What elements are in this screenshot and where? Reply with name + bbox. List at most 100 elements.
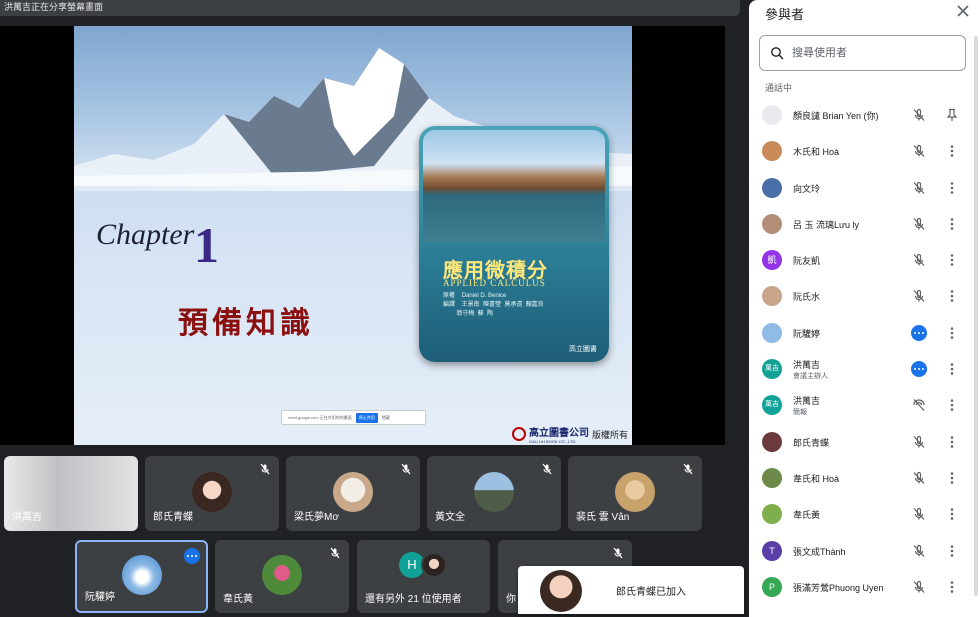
search-input[interactable] — [792, 44, 952, 62]
pin-icon[interactable] — [946, 108, 958, 122]
participant-avatar — [762, 177, 782, 198]
sharing-banner: 洪萬吉正在分享螢幕畫面 — [0, 0, 740, 16]
tile-name: 梁氏夢Mơ — [294, 512, 339, 523]
avatar — [262, 554, 302, 595]
participant-avatar — [762, 431, 782, 452]
mic-off-icon[interactable] — [912, 181, 926, 195]
participant-avatar — [762, 141, 782, 162]
mic-off-icon[interactable] — [912, 435, 926, 449]
more-options-icon[interactable] — [950, 144, 954, 158]
participant-row[interactable]: 郎氏青蝶 — [749, 424, 980, 460]
participant-row[interactable]: 顏良譴 Brian Yen (你) — [749, 97, 980, 133]
sharing-banner-text: 洪萬吉正在分享螢幕畫面 — [4, 2, 104, 12]
more-options-icon[interactable] — [950, 507, 954, 521]
mic-off-icon — [260, 463, 270, 475]
others-tile[interactable]: H 還有另外 21 位使用者 — [357, 540, 490, 613]
search-box[interactable] — [759, 35, 966, 71]
slide-footer: 高立圖書公司 GAU LIH BOOK CO., LTD. 版權所有 — [512, 424, 628, 444]
more-options-icon[interactable] — [950, 435, 954, 449]
video-tile[interactable]: 郎氏青蝶 — [145, 456, 279, 531]
mic-off-icon[interactable] — [912, 144, 926, 158]
participant-row[interactable]: 韋氏黃 — [749, 496, 980, 532]
more-options-icon[interactable] — [950, 580, 954, 594]
video-tile[interactable]: 洪萬吉 — [4, 456, 138, 531]
participant-avatar: 萬吉 — [762, 395, 782, 416]
rights-text: 版權所有 — [592, 429, 629, 440]
hide-notice-button[interactable]: 隱藏 — [382, 415, 390, 421]
mic-off-icon[interactable] — [912, 217, 926, 231]
tile-name: 還有另外 21 位使用者 — [365, 594, 462, 605]
search-icon — [771, 47, 784, 60]
video-tile[interactable]: 裴氏 雲 Vân — [568, 456, 702, 531]
mic-off-icon[interactable] — [912, 289, 926, 303]
close-icon[interactable] — [956, 4, 970, 18]
more-options-icon[interactable] — [950, 471, 954, 485]
participant-row[interactable]: 韋氏和 Hoà — [749, 460, 980, 496]
meet-app: 洪萬吉正在分享螢幕畫面 Chapter 1 預備知識 應用微積分 APPLIED… — [0, 0, 980, 617]
mic-off-icon[interactable] — [912, 253, 926, 267]
panel-title: 參與者 — [765, 7, 805, 22]
more-options-icon[interactable] — [950, 544, 954, 558]
participant-name: 張滿芳鶯Phuong Uyen — [793, 582, 884, 593]
participant-name: 木氏和 Hoà — [793, 147, 840, 158]
participant-name: 洪萬吉 — [793, 396, 821, 407]
participant-name: 郎氏青蝶 — [793, 437, 830, 448]
more-options-icon[interactable] — [950, 217, 954, 231]
mic-off-icon — [683, 463, 693, 475]
more-options-icon[interactable] — [950, 289, 954, 303]
more-options-icon[interactable] — [950, 326, 954, 340]
participant-row[interactable]: 萬吉 洪萬吉 會議主辦人 — [749, 351, 980, 387]
book-photo — [423, 130, 605, 242]
participant-name: 阮友凱 — [793, 256, 821, 267]
participant-row[interactable]: T 張文成Thành — [749, 533, 980, 569]
more-options-icon[interactable] — [950, 253, 954, 267]
more-options-icon[interactable] — [950, 398, 954, 412]
share-notice-bar: meet.google.com 正在共用你的畫面 停止共用 隱藏 — [281, 410, 426, 425]
presentation-stage[interactable]: Chapter 1 預備知識 應用微積分 APPLIED CALCULUS 原著… — [0, 26, 725, 445]
chapter-label: Chapter — [96, 218, 195, 251]
participant-row[interactable]: 萬吉 洪萬吉 簡報 — [749, 387, 980, 423]
participant-name: 阮驩婷 — [793, 328, 821, 339]
participant-row[interactable]: P 張滿芳鶯Phuong Uyen — [749, 569, 980, 605]
participant-row[interactable]: 凱阮友凱 — [749, 242, 980, 278]
participant-row[interactable]: 阮氏水 — [749, 278, 980, 314]
participant-avatar: 萬吉 — [762, 359, 782, 380]
participant-row[interactable]: 木氏和 Hoà — [749, 133, 980, 169]
mic-off-icon[interactable] — [912, 471, 926, 485]
book-authors: 原著 Daniel D. Benice 編譯 王景南 陳書瑩 莫承遠 顏嘉良 翁… — [443, 293, 544, 317]
mic-off-icon[interactable] — [912, 580, 926, 594]
video-tile[interactable]: 韋氏黃 — [215, 540, 349, 613]
avatar — [192, 471, 232, 512]
participant-row[interactable]: 阮驩婷 — [749, 315, 980, 351]
participant-row[interactable]: 向文玲 — [749, 170, 980, 206]
participant-name: 阮氏水 — [793, 292, 821, 303]
stop-sharing-button[interactable]: 停止共用 — [355, 412, 378, 423]
mic-off-icon[interactable] — [912, 108, 926, 122]
share-notice-text: meet.google.com 正在共用你的畫面 — [288, 414, 352, 420]
speaking-indicator-icon — [911, 361, 927, 378]
more-options-icon[interactable] — [950, 362, 954, 376]
participant-name: 呂 玉 流璃Lưu ly — [793, 219, 860, 230]
mic-off-icon[interactable] — [912, 544, 926, 558]
in-call-section-label: 通話中 — [765, 83, 793, 93]
participant-name: 韋氏和 Hoà — [793, 473, 840, 484]
participant-avatar — [762, 213, 782, 234]
video-tile[interactable]: 黃文全 — [427, 456, 561, 531]
avatar — [474, 471, 514, 512]
participant-avatar: 凱 — [762, 250, 782, 271]
book-publisher: 高立圖書 — [569, 346, 597, 353]
publisher-name-en: GAU LIH BOOK CO., LTD. — [529, 439, 577, 444]
participant-row[interactable]: 呂 玉 流璃Lưu ly — [749, 206, 980, 242]
avatar — [540, 570, 582, 612]
avatar — [333, 471, 373, 512]
participant-name: 向文玲 — [793, 183, 821, 194]
panel-scrollbar[interactable] — [974, 36, 978, 596]
speaking-indicator-icon — [911, 324, 927, 341]
participant-avatar — [762, 467, 782, 488]
video-tile-active-speaker[interactable]: 阮驩婷 — [75, 540, 208, 613]
tile-name: 郎氏青蝶 — [153, 512, 193, 523]
more-options-icon[interactable] — [950, 181, 954, 195]
join-notification-text: 郎氏青蝶已加入 — [616, 587, 686, 598]
video-tile[interactable]: 梁氏夢Mơ — [286, 456, 420, 531]
mic-off-icon[interactable] — [912, 507, 926, 521]
